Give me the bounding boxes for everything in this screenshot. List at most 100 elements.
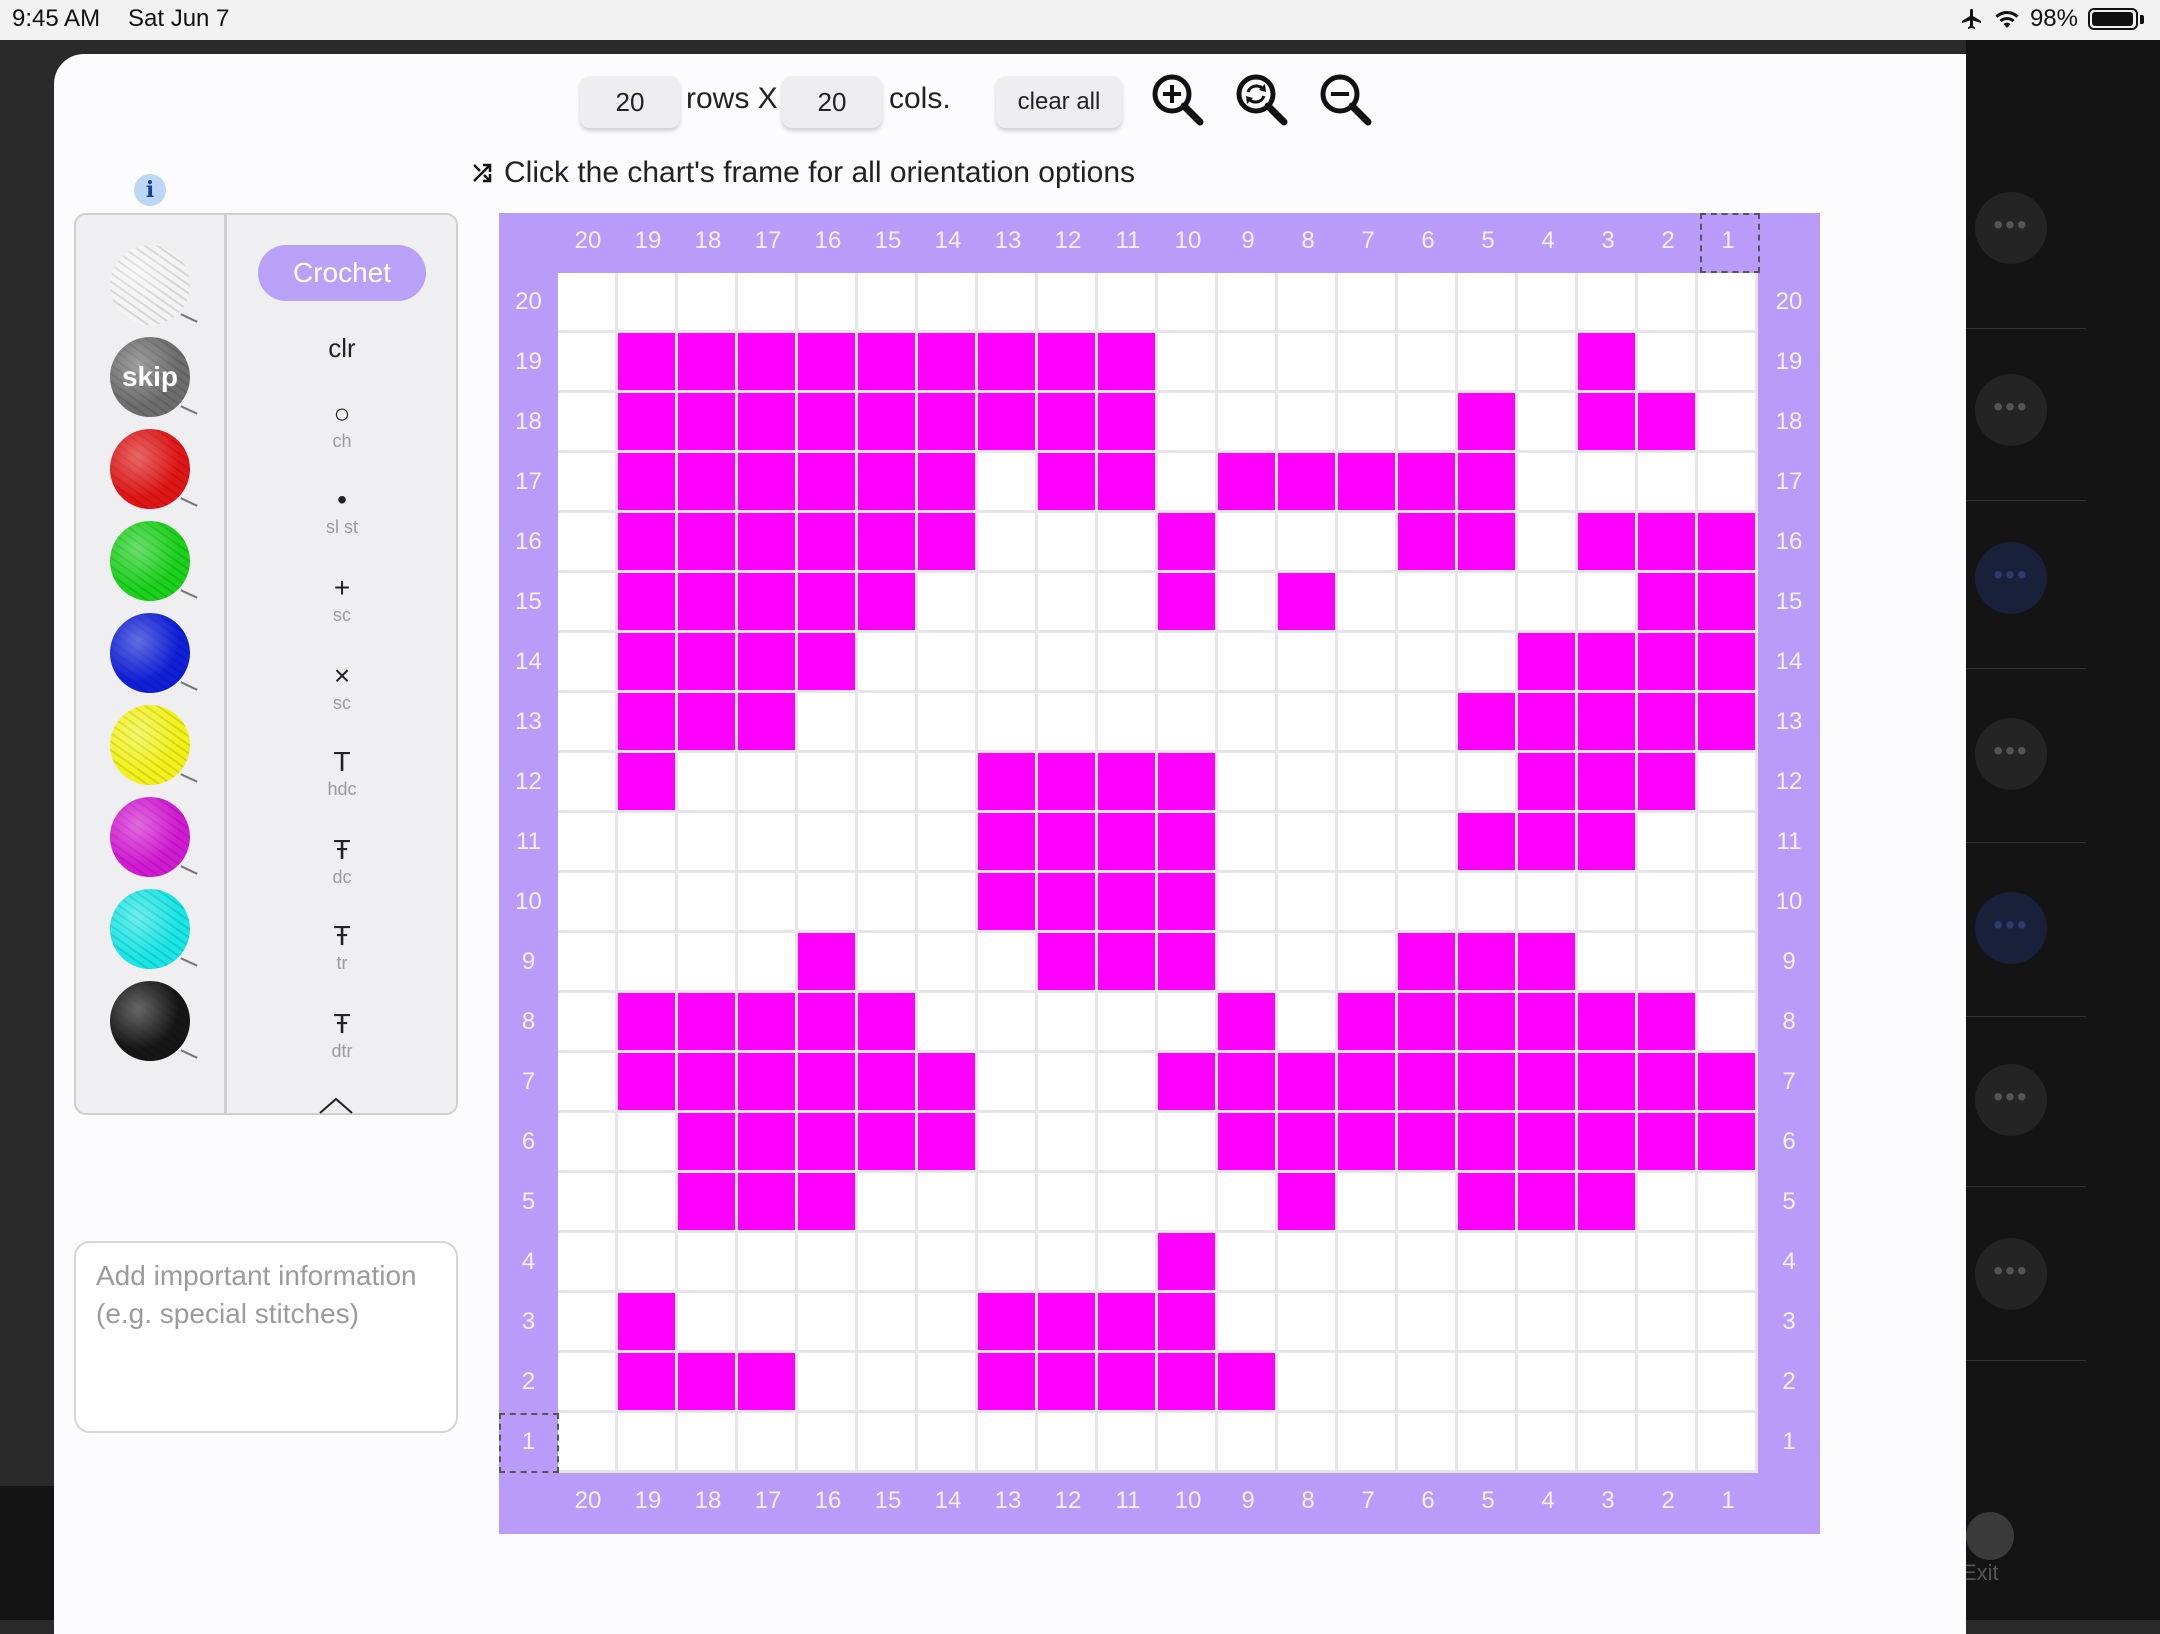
grid-cell[interactable]: [918, 453, 978, 513]
stitch-sc-button[interactable]: × sc: [246, 659, 438, 714]
grid-cell[interactable]: [1098, 453, 1158, 513]
grid-cell[interactable]: [678, 1233, 738, 1293]
grid-cell[interactable]: [918, 513, 978, 573]
grid-cell[interactable]: [978, 753, 1038, 813]
grid-cell[interactable]: [678, 633, 738, 693]
grid-cell[interactable]: [1518, 633, 1578, 693]
grid-cell[interactable]: [738, 1233, 798, 1293]
grid-cell[interactable]: [918, 1413, 978, 1473]
grid-cell[interactable]: [1098, 633, 1158, 693]
grid-cell[interactable]: [1158, 1173, 1218, 1233]
grid-cell[interactable]: [678, 993, 738, 1053]
stitch-ch-button[interactable]: ○ ch: [246, 397, 438, 452]
grid-cell[interactable]: [1158, 993, 1218, 1053]
grid-cell[interactable]: [978, 693, 1038, 753]
grid-cell[interactable]: [558, 333, 618, 393]
grid-cell[interactable]: [978, 393, 1038, 453]
grid-cell[interactable]: [1578, 1353, 1638, 1413]
grid-cell[interactable]: [918, 1113, 978, 1173]
grid-cell[interactable]: [738, 933, 798, 993]
grid-cell[interactable]: [738, 573, 798, 633]
grid-cell[interactable]: [618, 1113, 678, 1173]
grid-cell[interactable]: [1518, 393, 1578, 453]
grid-cell[interactable]: [678, 1353, 738, 1413]
grid-cell[interactable]: [1218, 1113, 1278, 1173]
grid-cell[interactable]: [1458, 1413, 1518, 1473]
grid-cell[interactable]: [558, 1413, 618, 1473]
grid-cell[interactable]: [1338, 873, 1398, 933]
grid-cell[interactable]: [1278, 1353, 1338, 1413]
grid-cell[interactable]: [1458, 633, 1518, 693]
grid-cell[interactable]: [1698, 753, 1758, 813]
grid-cell[interactable]: [1698, 333, 1758, 393]
grid-cell[interactable]: [1038, 813, 1098, 873]
grid-cell[interactable]: [558, 993, 618, 1053]
yarn-cyan[interactable]: [110, 889, 198, 969]
grid-cell[interactable]: [738, 1353, 798, 1413]
grid-cell[interactable]: [618, 333, 678, 393]
grid-cell[interactable]: [1398, 1113, 1458, 1173]
grid-cell[interactable]: [1038, 1233, 1098, 1293]
yarn-red[interactable]: [110, 429, 198, 509]
grid-cell[interactable]: [618, 633, 678, 693]
grid-cell[interactable]: [618, 753, 678, 813]
grid-cell[interactable]: [1398, 573, 1458, 633]
grid-cell[interactable]: [618, 873, 678, 933]
grid-cell[interactable]: [1578, 993, 1638, 1053]
grid-cell[interactable]: [798, 1353, 858, 1413]
grid-cell[interactable]: [918, 933, 978, 993]
grid-cell[interactable]: [1278, 573, 1338, 633]
grid-cell[interactable]: [1338, 993, 1398, 1053]
grid-cell[interactable]: [978, 633, 1038, 693]
grid-cell[interactable]: [738, 1413, 798, 1473]
grid-cell[interactable]: [1398, 873, 1458, 933]
grid-cell[interactable]: [918, 273, 978, 333]
grid-cell[interactable]: [1038, 693, 1098, 753]
grid-cell[interactable]: [618, 993, 678, 1053]
grid-cell[interactable]: [1638, 1293, 1698, 1353]
grid-cell[interactable]: [978, 873, 1038, 933]
grid-cell[interactable]: [978, 573, 1038, 633]
grid-cell[interactable]: [798, 1413, 858, 1473]
grid-cell[interactable]: [1038, 513, 1098, 573]
grid-cell[interactable]: [1218, 1053, 1278, 1113]
grid-cell[interactable]: [558, 513, 618, 573]
grid-cell[interactable]: [1398, 693, 1458, 753]
grid-cell[interactable]: [738, 393, 798, 453]
grid-cell[interactable]: [1398, 1293, 1458, 1353]
grid-cell[interactable]: [1098, 1233, 1158, 1293]
grid-cell[interactable]: [858, 813, 918, 873]
grid-cell[interactable]: [978, 1293, 1038, 1353]
grid-cell[interactable]: [1338, 453, 1398, 513]
grid-cell[interactable]: [1698, 1173, 1758, 1233]
grid-cell[interactable]: [1278, 1053, 1338, 1113]
grid-cell[interactable]: [1098, 873, 1158, 933]
grid-cell[interactable]: [558, 573, 618, 633]
grid-cell[interactable]: [738, 993, 798, 1053]
grid-cell[interactable]: [1278, 1173, 1338, 1233]
grid-cell[interactable]: [978, 933, 1038, 993]
stitch-dtr-button[interactable]: Ŧdtr: [246, 1007, 438, 1062]
clear-all-button[interactable]: clear all: [996, 76, 1122, 128]
grid-cell[interactable]: [798, 453, 858, 513]
grid-cell[interactable]: [1518, 933, 1578, 993]
grid-cell[interactable]: [1518, 513, 1578, 573]
grid-cell[interactable]: [798, 693, 858, 753]
grid-cell[interactable]: [978, 993, 1038, 1053]
grid-cell[interactable]: [1218, 1353, 1278, 1413]
grid-cell[interactable]: [1518, 1173, 1578, 1233]
grid-cell[interactable]: [1698, 453, 1758, 513]
grid-cell[interactable]: [1098, 273, 1158, 333]
grid-cell[interactable]: [1278, 633, 1338, 693]
grid-cell[interactable]: [1578, 1233, 1638, 1293]
grid-cell[interactable]: [1398, 753, 1458, 813]
grid-cell[interactable]: [1218, 1173, 1278, 1233]
grid-cell[interactable]: [678, 333, 738, 393]
grid-cell[interactable]: [1578, 1173, 1638, 1233]
grid-cell[interactable]: [1698, 1233, 1758, 1293]
grid-cell[interactable]: [1038, 873, 1098, 933]
grid-cell[interactable]: [1158, 1413, 1218, 1473]
grid-cell[interactable]: [1218, 1293, 1278, 1353]
grid-cell[interactable]: [678, 1053, 738, 1113]
grid-cell[interactable]: [1338, 1233, 1398, 1293]
